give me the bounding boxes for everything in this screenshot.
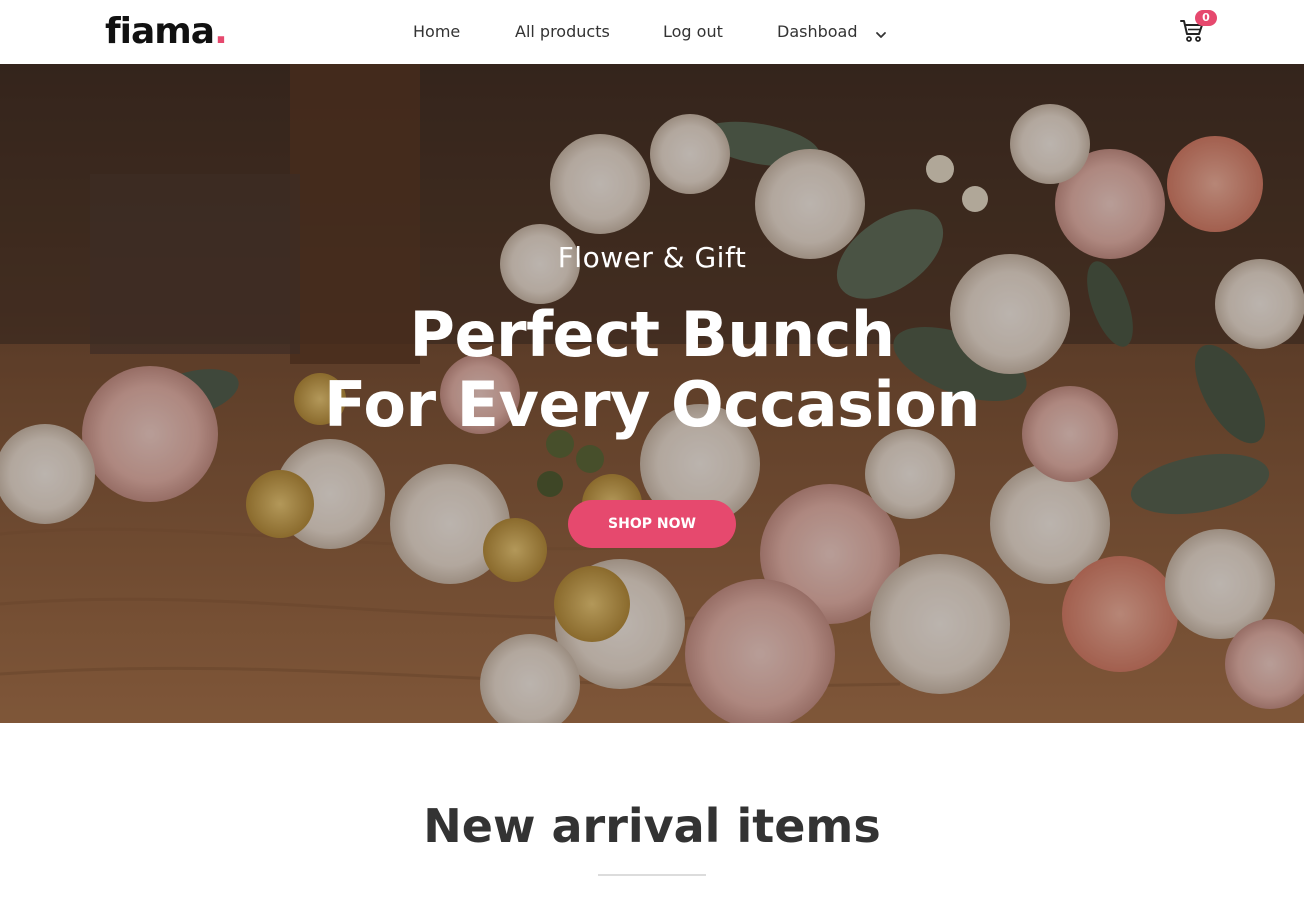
nav-dashboard-link[interactable]: Dashboad (777, 21, 858, 43)
new-arrivals-title: New arrival items (423, 799, 881, 853)
site-header: fiama. Home All products Log out Dashboa… (0, 0, 1304, 64)
shop-now-button[interactable]: SHOP NOW (568, 500, 736, 548)
chevron-down-icon[interactable] (875, 26, 887, 38)
hero-banner: Flower & Gift Perfect Bunch For Every Oc… (0, 64, 1304, 723)
section-divider (598, 874, 706, 876)
hero-title-line2: For Every Occasion (324, 368, 980, 441)
logo-text: fiama (105, 11, 215, 52)
nav-all-products-link[interactable]: All products (515, 21, 610, 43)
nav-logout-link[interactable]: Log out (663, 21, 723, 43)
hero-title: Perfect Bunch For Every Occasion (0, 300, 1304, 440)
logo-dot: . (214, 11, 228, 52)
nav-home-link[interactable]: Home (413, 21, 460, 43)
cart-count-badge: 0 (1195, 10, 1217, 26)
site-logo[interactable]: fiama. (105, 11, 228, 52)
hero-subtitle: Flower & Gift (557, 241, 747, 274)
hero-title-line1: Perfect Bunch (409, 298, 896, 371)
